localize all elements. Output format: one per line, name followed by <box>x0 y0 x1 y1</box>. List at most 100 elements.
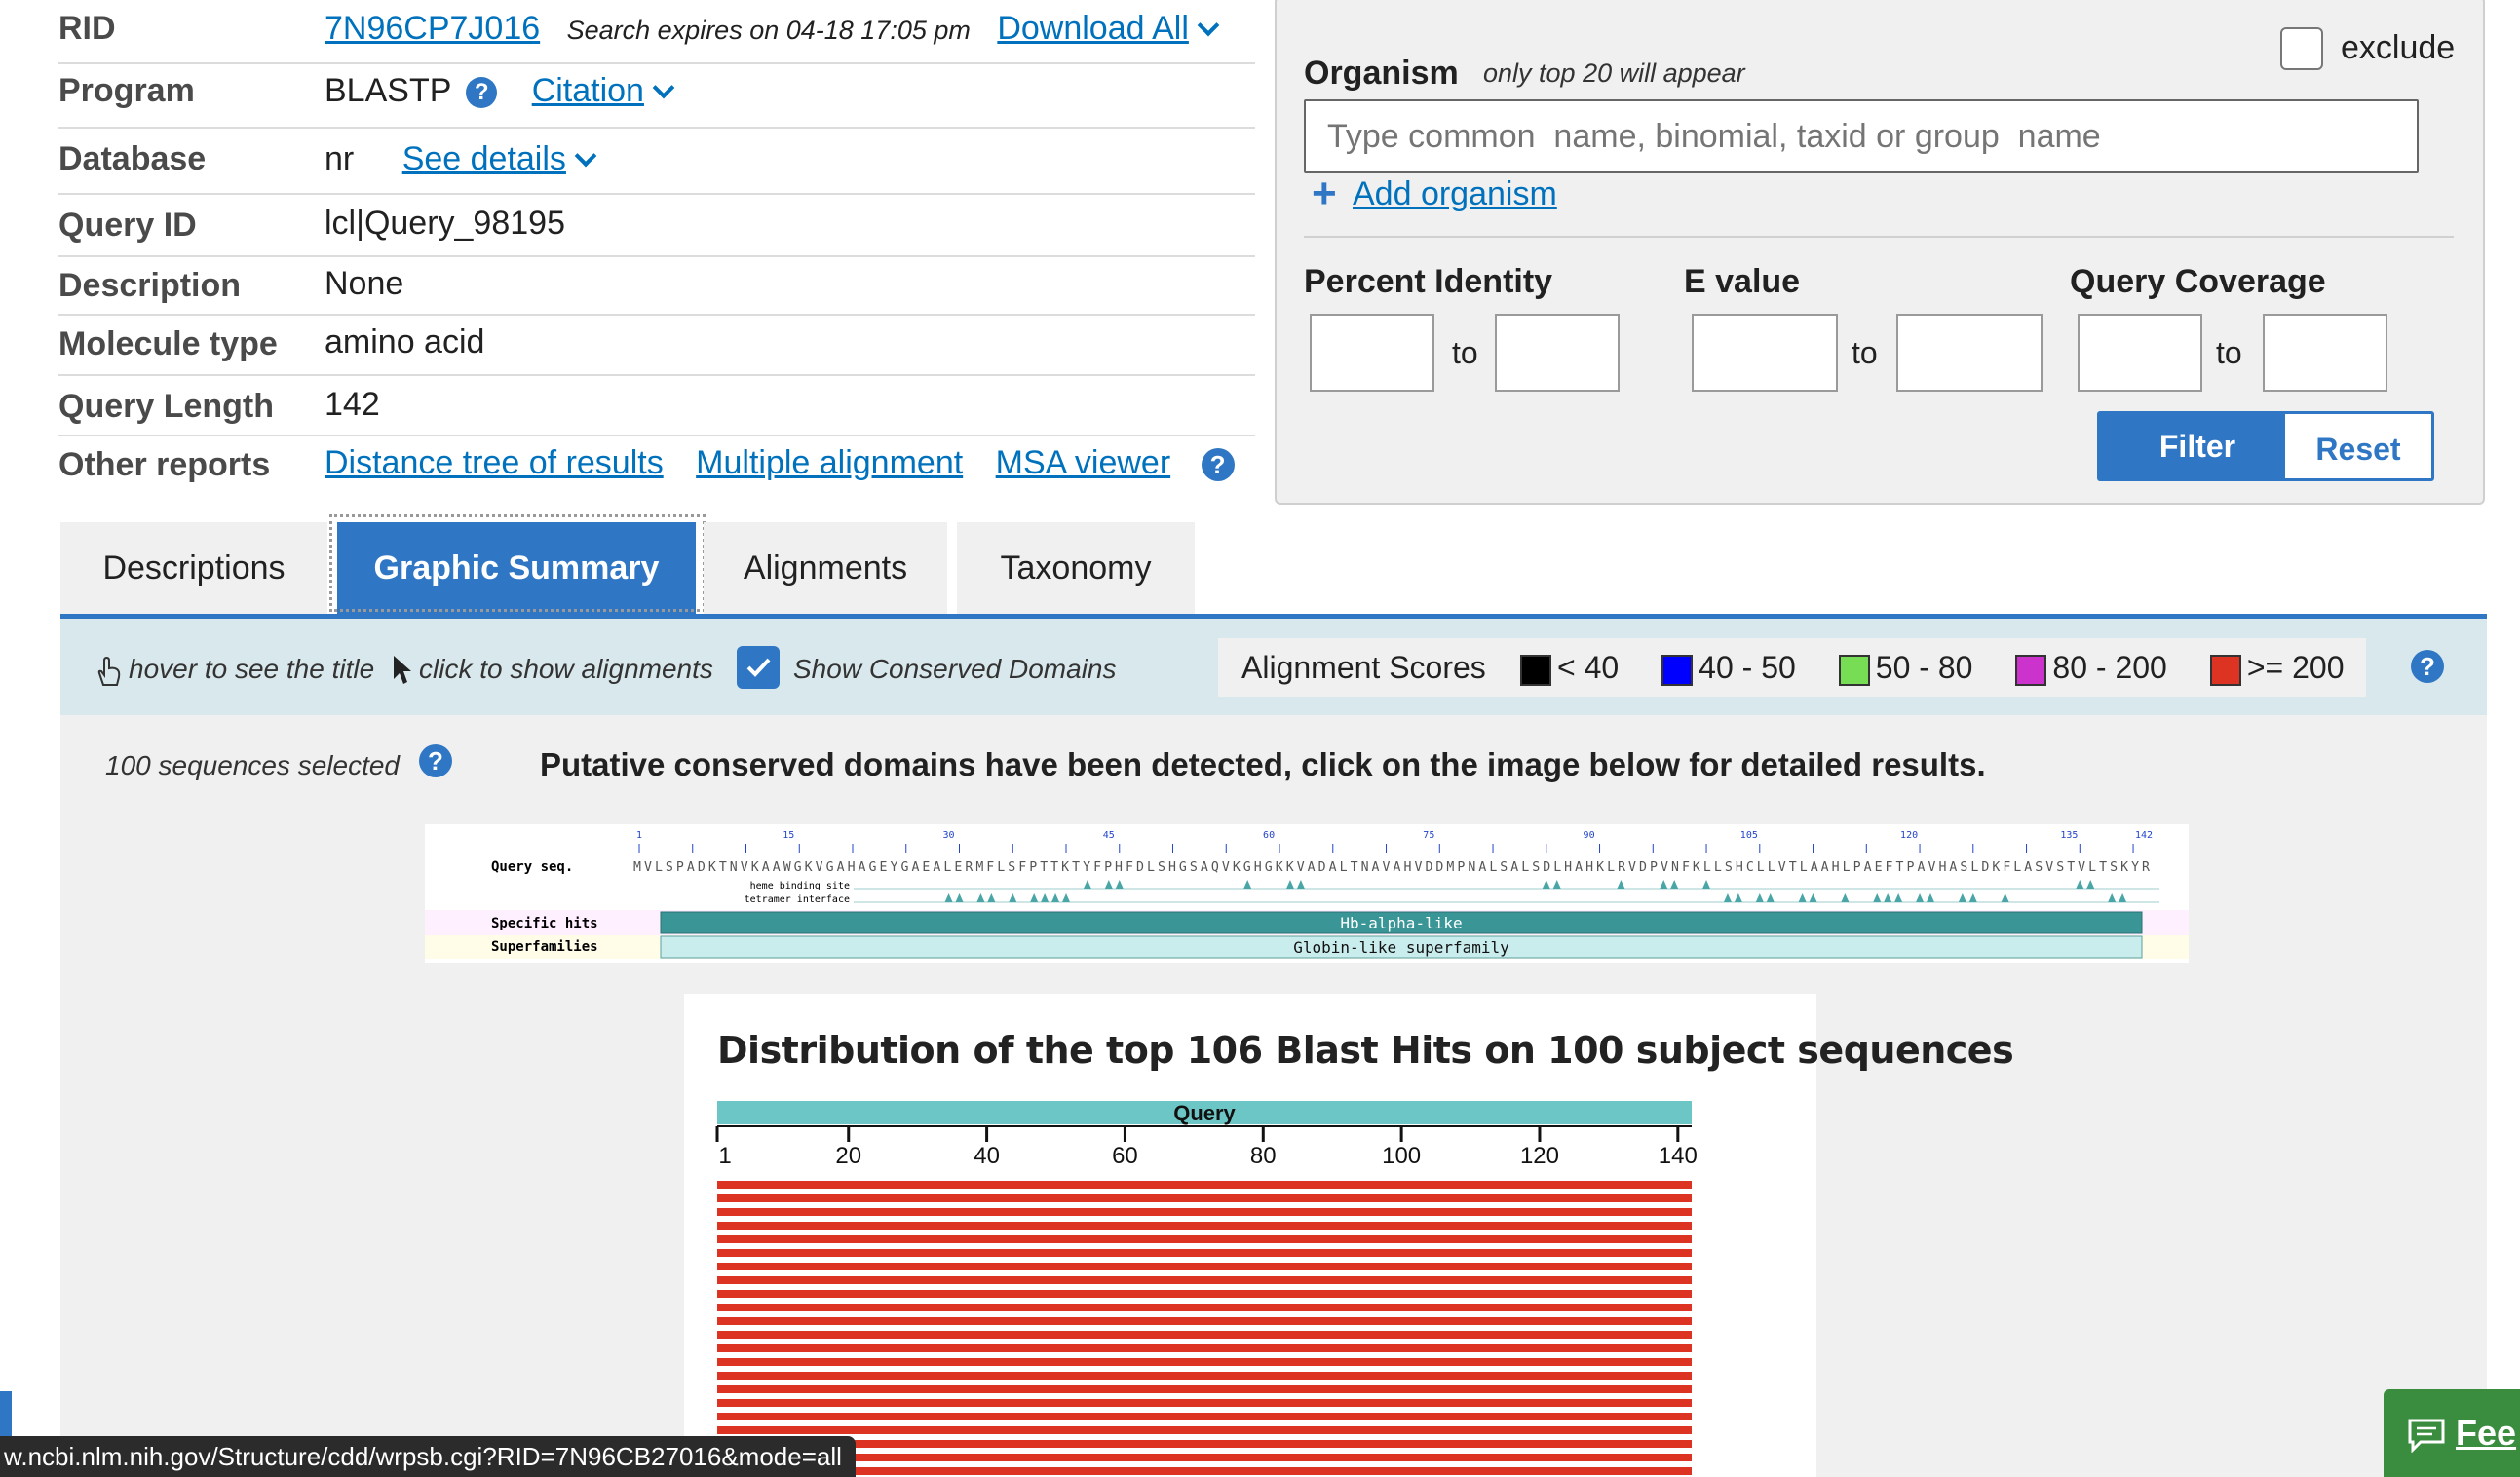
organism-note: only top 20 will appear <box>1483 58 1745 88</box>
tab-alignments[interactable]: Alignments <box>704 522 947 614</box>
hit-bar[interactable] <box>717 1276 1692 1284</box>
other-reports-label: Other reports <box>58 446 271 483</box>
help-icon[interactable]: ? <box>1201 448 1235 482</box>
query-coverage-max-input[interactable] <box>2263 314 2387 392</box>
help-icon[interactable]: ? <box>466 77 498 109</box>
hit-bar[interactable] <box>717 1317 1692 1325</box>
distribution-axis: 1 20 40 60 80 100 120 140 <box>715 1125 1698 1169</box>
evalue-min-input[interactable] <box>1692 314 1838 392</box>
plus-icon[interactable]: + <box>1312 170 1337 218</box>
evalue-max-input[interactable] <box>1896 314 2043 392</box>
percent-identity-label: Percent Identity <box>1304 263 1553 300</box>
percent-identity-max-input[interactable] <box>1495 314 1620 392</box>
hit-bar[interactable] <box>717 1385 1692 1393</box>
program-value: BLASTP <box>325 72 451 109</box>
cursor-arrow-icon <box>394 656 411 684</box>
show-conserved-domains-checkbox[interactable] <box>737 646 780 689</box>
cdd-tick-label: 45 <box>1103 830 1115 841</box>
msa-viewer-link[interactable]: MSA viewer <box>996 444 1171 481</box>
hit-bar[interactable] <box>717 1331 1692 1339</box>
hit-bar[interactable] <box>717 1467 1692 1475</box>
graphic-summary-body: 100 sequences selected ? Putative conser… <box>60 715 2487 1477</box>
score-color-swatch <box>1661 654 1694 686</box>
hit-bar[interactable] <box>717 1304 1692 1311</box>
hit-bar[interactable] <box>717 1290 1692 1298</box>
score-range-label: 80 - 200 <box>2052 650 2167 685</box>
hand-pointer-icon <box>97 656 121 686</box>
chevron-down-icon[interactable] <box>1197 14 1220 37</box>
query-bar-label: Query <box>1173 1101 1236 1125</box>
exclude-checkbox[interactable] <box>2280 27 2323 70</box>
hit-bar[interactable] <box>717 1181 1692 1189</box>
hit-bar[interactable] <box>717 1194 1692 1202</box>
download-all-link[interactable]: Download All <box>997 10 1189 47</box>
specific-hits-label: Specific hits <box>491 916 598 931</box>
filter-button[interactable]: Filter <box>2097 411 2298 481</box>
molecule-type-value: amino acid <box>325 323 485 360</box>
database-value: nr <box>325 140 355 177</box>
hit-bar[interactable] <box>717 1235 1692 1243</box>
hit-bar[interactable] <box>717 1344 1692 1352</box>
left-side-tab[interactable] <box>0 1391 12 1442</box>
score-color-swatch <box>1838 654 1870 686</box>
distance-tree-link[interactable]: Distance tree of results <box>325 444 664 481</box>
cdd-tick-label: 15 <box>783 830 794 841</box>
hit-bar[interactable] <box>717 1263 1692 1270</box>
conserved-domains-image[interactable]: Query seq. 1 15 30 45 60 75 90 105 120 135 142 MVL… <box>425 824 2189 963</box>
hit-bar[interactable] <box>717 1358 1692 1366</box>
reset-button[interactable]: Reset <box>2282 411 2434 481</box>
score-legend-item: >= 200 <box>2209 650 2345 686</box>
axis-tick-label: 100 <box>1382 1143 1421 1169</box>
tetramer-interface-label: tetramer interface <box>745 894 850 905</box>
add-organism-link[interactable]: Add organism <box>1353 175 1557 213</box>
alignment-scores-legend: Alignment Scores < 40 40 - 50 50 - 80 80 - … <box>1218 638 2366 697</box>
tab-descriptions[interactable]: Descriptions <box>60 522 327 614</box>
score-legend-item: 40 - 50 <box>1661 650 1796 686</box>
to-label: to <box>1452 335 1478 370</box>
chevron-down-icon[interactable] <box>574 144 597 168</box>
tab-graphic-summary[interactable]: Graphic Summary <box>337 522 696 614</box>
hit-bar[interactable] <box>717 1454 1692 1461</box>
sequences-selected: 100 sequences selected <box>105 750 400 780</box>
chevron-down-icon[interactable] <box>652 76 675 99</box>
hit-bar[interactable] <box>717 1426 1692 1434</box>
superfamilies-label: Superfamilies <box>491 939 598 955</box>
hit-bar[interactable] <box>717 1440 1692 1448</box>
hit-distribution-graphic[interactable]: Query 1 20 40 60 80 100 120 140 <box>684 1091 1816 1477</box>
alignment-scores-label: Alignment Scores <box>1241 650 1486 685</box>
cdd-tick-label: 75 <box>1423 830 1434 841</box>
filter-panel: exclude Organism only top 20 will appear… <box>1275 0 2485 505</box>
organism-input[interactable] <box>1304 99 2419 173</box>
program-label: Program <box>58 72 195 109</box>
query-length-value: 142 <box>325 386 380 423</box>
hit-bar[interactable] <box>717 1249 1692 1257</box>
help-icon[interactable]: ? <box>419 744 452 777</box>
multiple-alignment-link[interactable]: Multiple alignment <box>696 444 963 481</box>
axis-tick-label: 140 <box>1659 1143 1698 1169</box>
see-details-link[interactable]: See details <box>402 140 566 177</box>
tab-taxonomy[interactable]: Taxonomy <box>957 522 1195 614</box>
graphic-summary-toolbar: hover to see the title click to show ali… <box>60 614 2487 720</box>
description-value: None <box>325 265 404 302</box>
score-range-label: < 40 <box>1557 650 1620 685</box>
hit-bar[interactable] <box>717 1222 1692 1230</box>
hit-bar[interactable] <box>717 1413 1692 1420</box>
hit-bar[interactable] <box>717 1399 1692 1407</box>
to-label: to <box>1852 335 1878 370</box>
feedback-button[interactable]: Fee <box>2384 1389 2520 1477</box>
hit-bar[interactable] <box>717 1208 1692 1216</box>
show-conserved-domains-label: Show Conserved Domains <box>793 654 1117 684</box>
status-bar-url: w.ncbi.nlm.nih.gov/Structure/cdd/wrpsb.c… <box>0 1436 856 1477</box>
rid-link[interactable]: 7N96CP7J016 <box>325 10 540 47</box>
hit-bar[interactable] <box>717 1372 1692 1380</box>
description-row: Description None <box>58 255 1255 316</box>
score-range-label: 40 - 50 <box>1699 650 1796 685</box>
query-coverage-min-input[interactable] <box>2078 314 2202 392</box>
percent-identity-min-input[interactable] <box>1310 314 1434 392</box>
help-icon[interactable]: ? <box>2411 650 2444 683</box>
citation-link[interactable]: Citation <box>532 72 644 109</box>
cdd-tick-label: 120 <box>1900 830 1918 841</box>
query-length-label: Query Length <box>58 388 275 425</box>
score-legend-item: < 40 <box>1520 650 1620 686</box>
globin-like-superfamily-label: Globin-like superfamily <box>1293 938 1509 957</box>
